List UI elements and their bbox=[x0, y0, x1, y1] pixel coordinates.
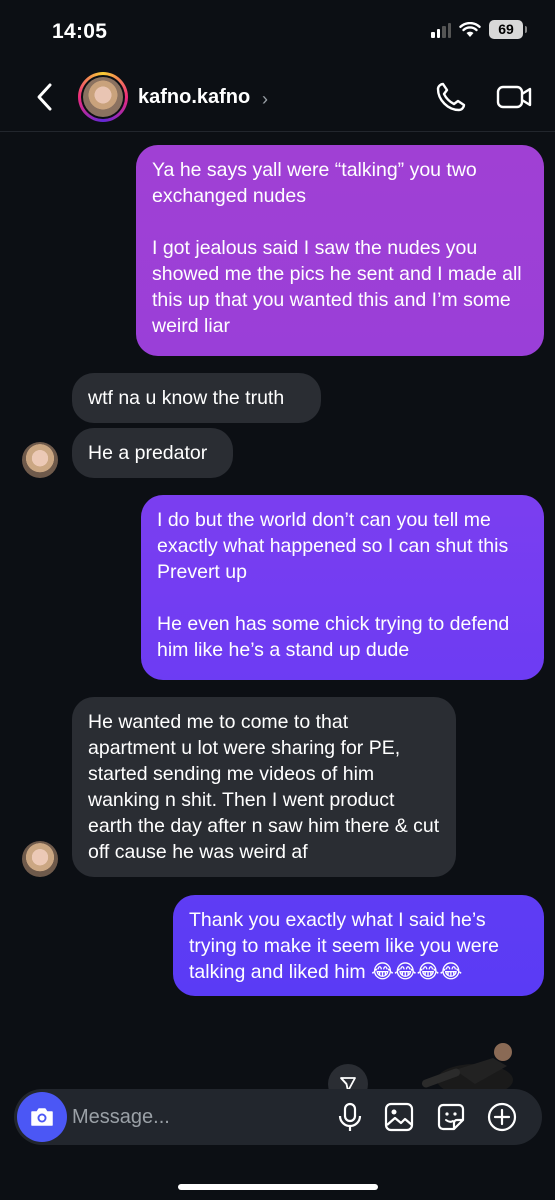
camera-button[interactable] bbox=[17, 1092, 67, 1142]
battery-icon: 69 bbox=[489, 20, 527, 39]
wifi-icon bbox=[459, 21, 481, 37]
microphone-icon[interactable] bbox=[334, 1101, 366, 1133]
message-sent[interactable]: Ya he says yall were “talking” you two e… bbox=[136, 145, 544, 356]
sticker-icon[interactable] bbox=[435, 1101, 467, 1133]
image-icon[interactable] bbox=[383, 1101, 415, 1133]
message-received[interactable]: He wanted me to come to that apartment u… bbox=[72, 697, 456, 877]
avatar[interactable] bbox=[22, 841, 58, 877]
avatar-photo bbox=[83, 77, 123, 117]
message-received[interactable]: wtf na u know the truth bbox=[72, 373, 321, 423]
message-input[interactable] bbox=[72, 1101, 322, 1133]
avatar[interactable] bbox=[78, 72, 128, 122]
avatar[interactable] bbox=[22, 442, 58, 478]
chat-username[interactable]: kafno.kafno bbox=[138, 86, 250, 109]
chevron-right-icon[interactable]: › bbox=[262, 89, 268, 110]
message-sent[interactable]: Thank you exactly what I said he’s tryin… bbox=[173, 895, 544, 996]
cellular-signal-icon bbox=[431, 22, 451, 38]
camera-icon bbox=[31, 1108, 53, 1126]
video-camera-icon[interactable] bbox=[496, 82, 532, 112]
chevron-left-icon[interactable] bbox=[30, 80, 60, 114]
status-icons: 69 bbox=[431, 20, 527, 39]
sticker-image[interactable] bbox=[415, 1040, 525, 1095]
chat-header: kafno.kafno › bbox=[0, 62, 555, 132]
message-composer bbox=[14, 1089, 542, 1145]
status-bar: 14:05 69 bbox=[0, 0, 555, 60]
message-received[interactable]: He a predator bbox=[72, 428, 233, 478]
home-indicator bbox=[178, 1184, 378, 1190]
status-time: 14:05 bbox=[52, 20, 108, 43]
plus-circle-icon[interactable] bbox=[486, 1101, 518, 1133]
message-sent[interactable]: I do but the world don’t can you tell me… bbox=[141, 495, 544, 680]
phone-icon[interactable] bbox=[434, 80, 468, 114]
